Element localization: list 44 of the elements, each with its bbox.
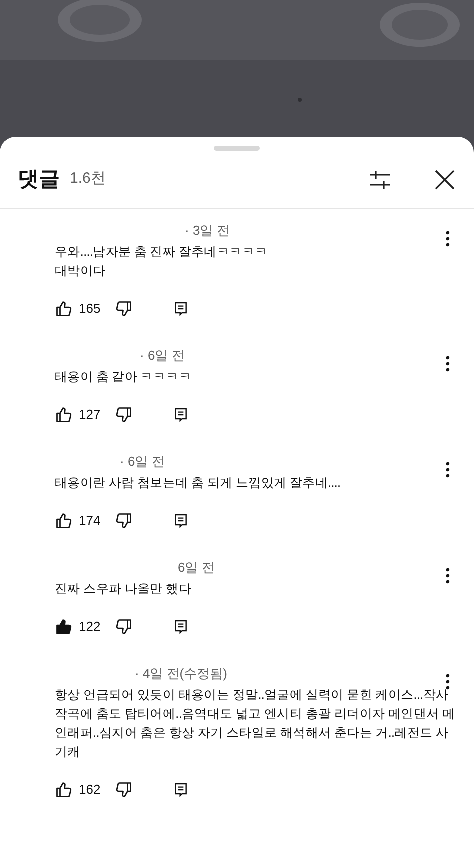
reply-icon[interactable] [173,619,189,635]
thumbs-up-icon[interactable] [55,618,73,636]
comment-count: 1.6천 [70,169,106,190]
thumbs-up-icon[interactable] [55,406,73,424]
comment-time: · 3일 전 [185,222,230,240]
comment-text: 작곡에 춤도 탑티어에..음역대도 넓고 엔시티 총괄 리더이자 메인댄서 메 [55,706,454,723]
thumbs-down-icon[interactable] [115,618,133,636]
comment-time: · 6일 전 [140,347,185,365]
reply-icon[interactable] [173,513,189,529]
more-icon[interactable] [446,568,450,584]
thumbs-down-icon[interactable] [115,406,133,424]
more-icon[interactable] [446,462,450,478]
drag-handle[interactable] [214,146,260,151]
thumbs-down-icon[interactable] [115,781,133,799]
sheet-title: 댓글 [18,166,60,193]
close-icon[interactable] [434,168,456,190]
like-count: 162 [79,781,102,800]
comment-text: 태용이란 사람 첨보는데 춤 되게 느낌있게 잘추네.... [55,475,342,492]
comment-text: 인래퍼..심지어 춤은 항상 자기 스타일로 해석해서 춘다는 거..레전드 사 [55,725,450,742]
more-icon[interactable] [446,356,450,372]
comment-text: 진짜 스우파 나올만 했다 [55,581,193,598]
more-icon[interactable] [446,674,450,690]
like-count: 174 [79,512,102,530]
comment-time: · 6일 전 [120,453,165,471]
filter-icon[interactable] [368,168,392,190]
reply-icon[interactable] [173,407,189,423]
comment-time: · 4일 전(수정됨) [135,665,228,683]
comment-text: 항상 언급되어 있듯이 태용이는 정말..얼굴에 실력이 묻힌 케이스...작사 [55,687,450,704]
thumbs-up-icon[interactable] [55,781,73,799]
comment-text: 우와....남자분 춤 진짜 잘추네ㅋㅋㅋㅋ [55,244,269,261]
reply-icon[interactable] [173,301,189,317]
comment-text: 대박이다 [55,263,107,280]
thumbs-up-icon[interactable] [55,300,73,318]
more-icon[interactable] [446,231,450,247]
comment-time: 6일 전 [178,559,215,577]
like-count: 127 [79,406,102,424]
comment-text: 태용이 춤 같아 ㅋㅋㅋㅋ [55,369,193,386]
thumbs-down-icon[interactable] [115,300,133,318]
thumbs-up-icon[interactable] [55,512,73,530]
like-count: 165 [79,300,102,318]
thumbs-down-icon[interactable] [115,512,133,530]
reply-icon[interactable] [173,782,189,798]
comment-text: 기캐 [55,744,82,761]
like-count: 122 [79,618,102,636]
